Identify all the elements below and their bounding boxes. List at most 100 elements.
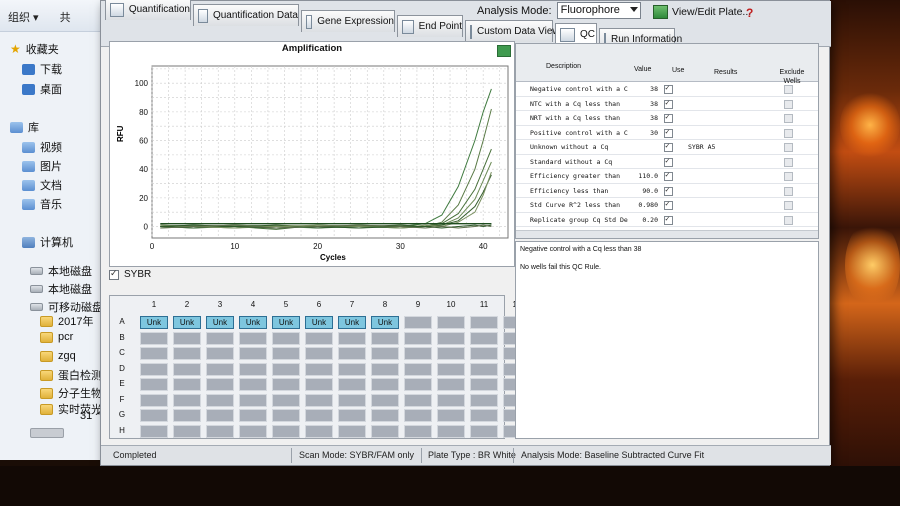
- plate-well[interactable]: [305, 331, 333, 345]
- plate-well[interactable]: [239, 409, 267, 422]
- plate-well[interactable]: Unk: [338, 316, 366, 329]
- plate-well[interactable]: [338, 409, 366, 422]
- plate-well[interactable]: [140, 362, 168, 376]
- nav-item[interactable]: 桌面: [22, 80, 62, 98]
- plate-well[interactable]: [140, 424, 168, 438]
- help-icon[interactable]: ?: [746, 6, 753, 20]
- plate-well[interactable]: [305, 409, 333, 422]
- plate-well[interactable]: [437, 409, 465, 422]
- qc-use-checkbox[interactable]: [664, 156, 673, 167]
- qc-rule-row[interactable]: Unknown without a Cq SYBR A5: [516, 140, 818, 155]
- qc-rule-row[interactable]: Negative control with a C 38: [516, 82, 818, 97]
- plate-well[interactable]: [470, 409, 498, 422]
- plate-well[interactable]: [239, 347, 267, 360]
- plate-well[interactable]: [437, 378, 465, 391]
- plate-well[interactable]: [338, 331, 366, 345]
- plate-well[interactable]: [272, 331, 300, 345]
- plate-row-header[interactable]: D: [114, 364, 130, 373]
- plate-well[interactable]: [338, 347, 366, 360]
- plate-well[interactable]: [305, 424, 333, 438]
- plate-well[interactable]: [404, 331, 432, 345]
- plate-column-header[interactable]: 10: [437, 300, 465, 309]
- qc-rule-value[interactable]: 38: [636, 85, 658, 93]
- plate-well[interactable]: [371, 409, 399, 422]
- nav-item[interactable]: 本地磁盘: [30, 262, 92, 280]
- nav-item[interactable]: zgq: [40, 347, 76, 365]
- plate-well[interactable]: [338, 424, 366, 438]
- description-header[interactable]: Description: [546, 63, 581, 70]
- plate-well[interactable]: [470, 316, 498, 329]
- plate-well[interactable]: [371, 424, 399, 438]
- plate-column-header[interactable]: 5: [272, 300, 300, 309]
- plate-column-header[interactable]: 11: [470, 300, 498, 309]
- qc-rule-row[interactable]: NTC with a Cq less than 38: [516, 97, 818, 111]
- tab-quantification[interactable]: Quantification: [105, 0, 191, 20]
- nav-item[interactable]: 库: [10, 118, 39, 136]
- plate-well[interactable]: [206, 331, 234, 345]
- tab-quantification-data[interactable]: Quantification Data: [193, 4, 299, 26]
- qc-exclude-checkbox[interactable]: [784, 215, 793, 225]
- plate-well[interactable]: [173, 347, 201, 360]
- qc-rule-value[interactable]: 30: [636, 129, 658, 137]
- plate-well[interactable]: Unk: [140, 316, 168, 329]
- plate-well[interactable]: [371, 393, 399, 407]
- plate-well[interactable]: Unk: [371, 316, 399, 329]
- qc-use-checkbox[interactable]: [664, 83, 673, 94]
- plate-well[interactable]: [404, 347, 432, 360]
- plate-well[interactable]: [272, 409, 300, 422]
- nav-item[interactable]: 视频: [22, 138, 62, 156]
- nav-item[interactable]: 计算机: [22, 233, 73, 251]
- plate-well[interactable]: [437, 362, 465, 376]
- plate-well[interactable]: [305, 393, 333, 407]
- analysis-mode-select[interactable]: Fluorophore: [556, 2, 641, 19]
- plate-well[interactable]: [239, 378, 267, 391]
- qc-exclude-checkbox[interactable]: [784, 114, 793, 123]
- plate-well[interactable]: [272, 362, 300, 376]
- qc-rule-row[interactable]: NRT with a Cq less than 38: [516, 111, 818, 126]
- plate-well[interactable]: [404, 378, 432, 391]
- plate-well[interactable]: [206, 424, 234, 438]
- view-edit-plate-button[interactable]: View/Edit Plate...: [653, 5, 751, 19]
- qc-rule-row[interactable]: Efficiency greater than 110.0: [516, 169, 818, 184]
- plate-well[interactable]: [470, 424, 498, 438]
- plate-column-header[interactable]: 8: [371, 300, 399, 309]
- plate-well[interactable]: [470, 331, 498, 345]
- tab-gene-expression[interactable]: Gene Expression: [301, 10, 395, 32]
- plate-well[interactable]: [371, 331, 399, 345]
- plate-well[interactable]: [272, 378, 300, 391]
- chart-options-icon[interactable]: [497, 45, 511, 57]
- plate-well[interactable]: [206, 362, 234, 376]
- plate-well[interactable]: [140, 393, 168, 407]
- plate-well[interactable]: [305, 347, 333, 360]
- tab-end-point[interactable]: End Point: [397, 15, 463, 37]
- use-header[interactable]: Use: [672, 67, 684, 74]
- plate-well[interactable]: [371, 362, 399, 376]
- plate-well[interactable]: Unk: [305, 316, 333, 329]
- qc-exclude-checkbox[interactable]: [784, 172, 793, 181]
- plate-well[interactable]: [239, 331, 267, 345]
- qc-use-checkbox[interactable]: [664, 98, 673, 109]
- plate-well[interactable]: [371, 347, 399, 360]
- plate-column-header[interactable]: 4: [239, 300, 267, 309]
- nav-item[interactable]: 本地磁盘: [30, 280, 92, 298]
- qc-exclude-checkbox[interactable]: [784, 157, 793, 167]
- plate-well[interactable]: [140, 331, 168, 345]
- share-button[interactable]: 共: [60, 12, 71, 24]
- qc-use-checkbox[interactable]: [664, 170, 673, 181]
- plate-well[interactable]: Unk: [206, 316, 234, 329]
- tab-custom-data-view[interactable]: Custom Data View: [465, 20, 560, 42]
- nav-item[interactable]: 音乐: [22, 195, 62, 213]
- qc-rule-row[interactable]: Std Curve R^2 less than 0.980: [516, 198, 818, 213]
- nav-item[interactable]: 图片: [22, 157, 62, 175]
- plate-well[interactable]: [140, 409, 168, 422]
- qc-rule-value[interactable]: 110.0: [636, 172, 658, 180]
- plate-row-header[interactable]: B: [114, 333, 130, 342]
- plate-row-header[interactable]: C: [114, 348, 130, 357]
- plate-well[interactable]: [305, 362, 333, 376]
- nav-item[interactable]: ★ 收藏夹: [10, 40, 59, 58]
- plate-well[interactable]: [206, 393, 234, 407]
- plate-well[interactable]: [470, 378, 498, 391]
- plate-column-header[interactable]: 9: [404, 300, 432, 309]
- plate-well[interactable]: [437, 316, 465, 329]
- plate-well[interactable]: [239, 424, 267, 438]
